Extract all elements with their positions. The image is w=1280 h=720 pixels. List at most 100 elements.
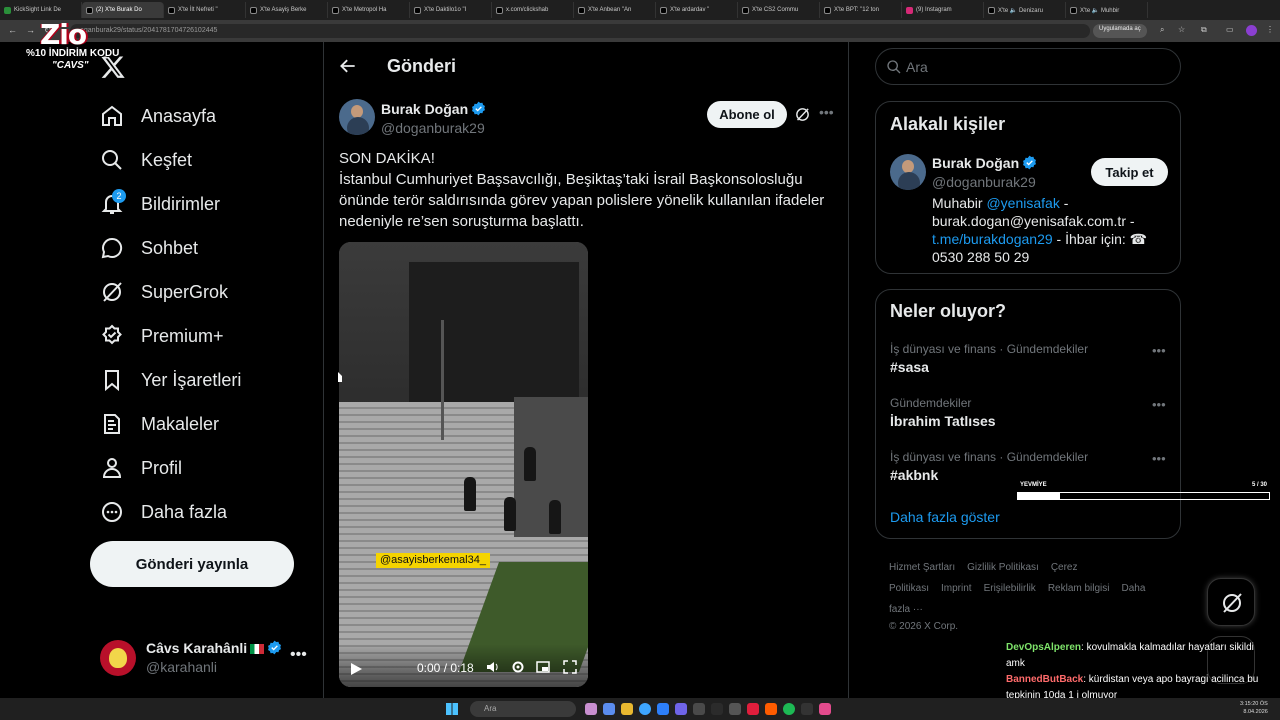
browser-profile-avatar[interactable] [1246, 25, 1257, 36]
x-icon [414, 6, 421, 14]
taskbar-search[interactable]: Ara [470, 701, 576, 717]
browser-tab[interactable]: X'te CS2 Commu [738, 2, 820, 18]
sidebar-item-grok[interactable]: SuperGrok [100, 270, 228, 314]
follow-button[interactable]: Takip et [1091, 158, 1168, 186]
taskbar-app-icon[interactable] [711, 703, 723, 715]
sidebar-item-articles[interactable]: Makaleler [100, 402, 219, 446]
browser-tab[interactable]: X'te Daktilo1o "I [410, 2, 492, 18]
related-name[interactable]: Burak Doğan [932, 155, 1037, 171]
sidebar-item-more-circle[interactable]: Daha fazla [100, 490, 227, 534]
taskbar-app-icon[interactable] [585, 703, 597, 715]
bio-telegram-link[interactable]: t.me/burakdogan29 [932, 231, 1053, 247]
video-player[interactable]: @asayisberkemal34_ 0:00 / 0:18 [339, 242, 588, 687]
sidebar-toggle-icon[interactable]: ▭ [1226, 25, 1234, 34]
browser-tab-label: (2) X'te Burak Do [96, 7, 142, 13]
sidebar-item-bell[interactable]: 2 Bildirimler [100, 182, 220, 226]
footer-link[interactable]: Hizmet Şartları [889, 562, 955, 573]
x-icon [168, 6, 175, 14]
browser-tab-label: X'te BPT: "12 ton [834, 7, 879, 13]
taskbar-app-icon[interactable] [801, 703, 813, 715]
browser-tab[interactable]: X'te 🔈 Denizaru [984, 2, 1066, 18]
sidebar-item-chat[interactable]: Sohbet [100, 226, 198, 270]
browser-tab[interactable]: X'te 🔈 Muhbir [1066, 2, 1148, 18]
account-switcher[interactable]: Câvs Karahânli @karahanli ••• [100, 638, 312, 678]
browser-tab-label: X'te İlt Nefreti " [178, 7, 218, 13]
footer-link[interactable]: Gizlilik Politikası [967, 562, 1039, 573]
browser-tab[interactable]: x.com/clickshab [492, 2, 574, 18]
browser-tab-bar: KickSight Link De (2) X'te Burak Do X'te İ… [0, 0, 1280, 20]
browser-tab[interactable]: X'te Asayiş Berke [246, 2, 328, 18]
spotify-icon[interactable] [783, 703, 795, 715]
back-nav-icon[interactable]: ← [8, 25, 17, 35]
browser-tab[interactable]: (2) X'te Burak Do [82, 2, 164, 18]
search-icon [102, 150, 122, 170]
sidebar-item-search[interactable]: Keşfet [100, 138, 192, 182]
articles-icon [104, 414, 120, 434]
footer-link[interactable]: Reklam bilgisi [1048, 583, 1110, 594]
browser-tab[interactable]: (9) Instagram [902, 2, 984, 18]
fullscreen-icon[interactable] [563, 660, 577, 674]
volume-icon[interactable] [486, 660, 500, 674]
browser-menu-icon[interactable]: ⋮ [1266, 25, 1274, 34]
trend-more-icon[interactable]: ••• [1152, 451, 1166, 466]
post-author-name-text: Burak Doğan [381, 101, 469, 117]
trend-more-icon[interactable]: ••• [1152, 397, 1166, 412]
browser-tab[interactable]: KickSight Link De [0, 2, 82, 18]
more-icon[interactable]: ••• [290, 646, 307, 664]
post-author-name[interactable]: Burak Doğan [381, 101, 486, 117]
browser-tab[interactable]: X'te BPT: "12 ton [820, 2, 902, 18]
picture-in-picture-icon[interactable] [536, 660, 550, 674]
trend-title[interactable]: #sasa [890, 359, 929, 375]
trend-title[interactable]: #akbnk [890, 467, 938, 483]
post-more-icon[interactable]: ••• [819, 104, 834, 120]
sidebar-item-bookmark[interactable]: Yer İşaretleri [100, 358, 241, 402]
browser-tab[interactable]: X'te ardardav " [656, 2, 738, 18]
sidebar-item-profile[interactable]: Profil [100, 446, 182, 490]
related-handle[interactable]: @doganburak29 [932, 174, 1036, 190]
chrome-icon[interactable] [639, 703, 651, 715]
windows-start-icon[interactable] [446, 703, 458, 715]
sidebar-item-premium[interactable]: Premium+ [100, 314, 224, 358]
taskbar-app-icon[interactable] [819, 703, 831, 715]
taskbar-app-icon[interactable] [729, 703, 741, 715]
taskbar-app-icon[interactable] [747, 703, 759, 715]
bio-mention-link[interactable]: @yenisafak [986, 195, 1059, 211]
zoom-icon[interactable]: ⌕ [1160, 25, 1164, 35]
chat-icon [101, 237, 123, 259]
taskbar-app-icon[interactable] [603, 703, 615, 715]
settings-gear-icon[interactable] [511, 660, 525, 674]
yevmiye-progress-fill [1018, 493, 1060, 499]
browser-tab[interactable]: X'te Anbean "An [574, 2, 656, 18]
grok-icon[interactable] [794, 106, 811, 123]
taskbar-app-icon[interactable] [765, 703, 777, 715]
post-button[interactable]: Gönderi yayınla [90, 541, 294, 587]
folder-icon[interactable] [621, 703, 633, 715]
trend-more-icon[interactable]: ••• [1152, 343, 1166, 358]
open-in-app-button[interactable]: Uygulamada aç [1093, 24, 1147, 38]
play-icon[interactable] [349, 662, 363, 676]
trend-title[interactable]: İbrahim Tatlıses [890, 413, 996, 429]
subscribe-button[interactable]: Abone ol [707, 101, 787, 128]
discord-icon[interactable] [675, 703, 687, 715]
post-author-avatar[interactable] [339, 99, 375, 135]
show-more-link[interactable]: Daha fazla göster [890, 509, 1000, 525]
grok-floating-button[interactable] [1207, 578, 1255, 626]
browser-tab[interactable]: X'te Metropol Ha [328, 2, 410, 18]
taskbar-app-icon[interactable] [657, 703, 669, 715]
back-arrow-icon[interactable] [338, 56, 358, 76]
url-field[interactable]: oganburak29/status/2041781704726102445 [70, 24, 1090, 38]
browser-tab-label: X'te Daktilo1o "I [424, 7, 467, 13]
browser-tab[interactable]: X'te İlt Nefreti " [164, 2, 246, 18]
x-icon [332, 6, 339, 14]
star-icon[interactable]: ☆ [1178, 25, 1185, 34]
sidebar-item-home[interactable]: Anasayfa [100, 94, 216, 138]
verified-badge-icon [1023, 155, 1037, 170]
browser-tab-label: X'te Asayiş Berke [260, 7, 307, 13]
taskbar-app-icon[interactable] [693, 703, 705, 715]
post-author-handle[interactable]: @doganburak29 [381, 120, 485, 136]
footer-link[interactable]: Imprint [941, 583, 972, 594]
search-input[interactable]: Ara [875, 48, 1181, 85]
extensions-icon[interactable]: ⧉ [1201, 25, 1207, 35]
related-avatar[interactable] [890, 154, 926, 190]
footer-link[interactable]: Erişilebilirlik [984, 583, 1036, 594]
